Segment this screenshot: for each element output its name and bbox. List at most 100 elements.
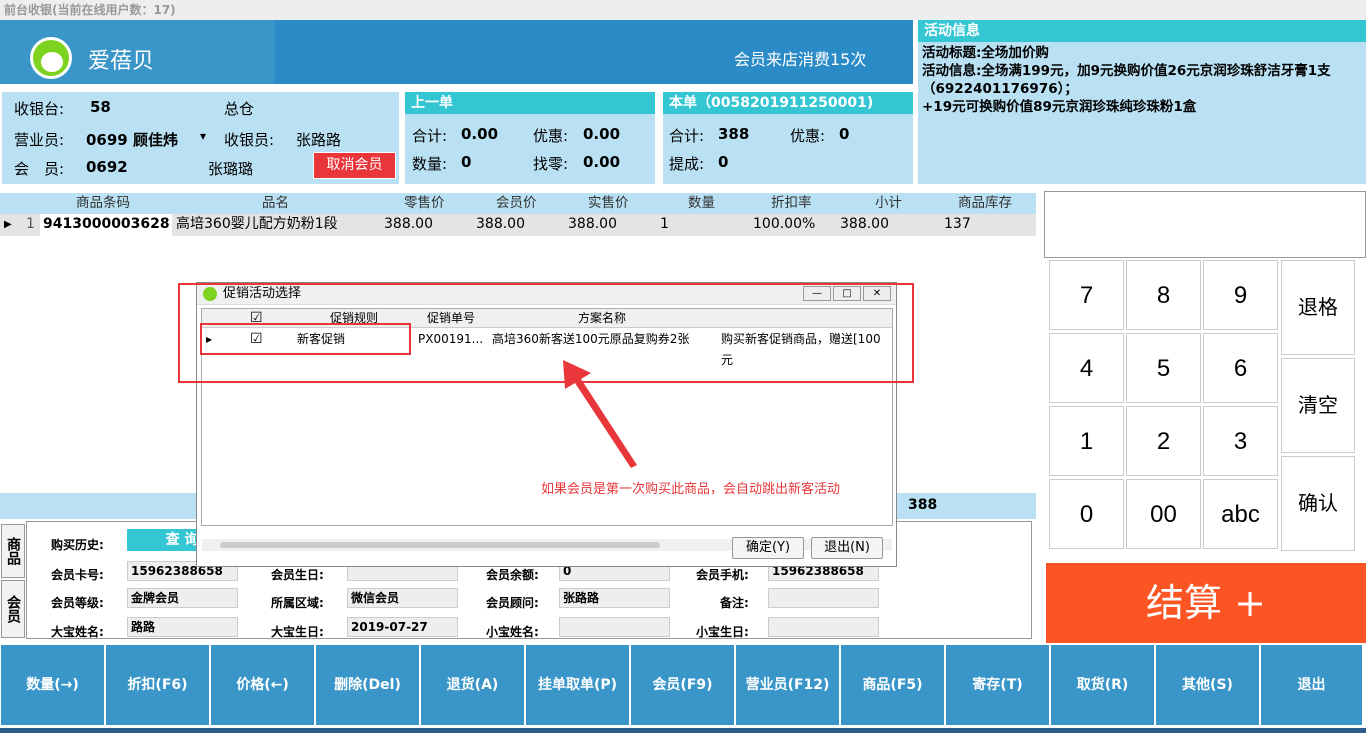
row-subtotal: 388.00 (840, 216, 889, 232)
tab-member[interactable]: 会员 (1, 580, 25, 638)
function-button-0[interactable]: 数量(→) (1, 645, 104, 725)
exit-button[interactable]: 退出(N) (811, 537, 883, 559)
function-button-10[interactable]: 取货(R) (1051, 645, 1154, 725)
col-barcode[interactable]: 商品条码 (76, 193, 130, 214)
last-change-label: 找零: (533, 155, 569, 173)
col-qty[interactable]: 数量 (688, 193, 715, 214)
row-name: 高培360婴儿配方奶粉1段 (176, 216, 338, 232)
function-button-6[interactable]: 会员(F9) (631, 645, 734, 725)
key-1[interactable]: 1 (1049, 406, 1124, 476)
scrollbar-thumb[interactable] (220, 542, 660, 548)
row-member-price: 388.00 (476, 216, 525, 232)
key-7[interactable]: 7 (1049, 260, 1124, 330)
cashier-value: 58 (90, 98, 111, 116)
tab-goods[interactable]: 商品 (1, 524, 25, 578)
level-value: 金牌会员 (127, 588, 238, 608)
baby2-name-label: 小宝姓名: (486, 625, 539, 639)
member-label: 会 员: (14, 160, 65, 178)
card-label: 会员卡号: (51, 568, 104, 582)
key-3[interactable]: 3 (1203, 406, 1278, 476)
row-retail: 388.00 (384, 216, 433, 232)
chevron-down-icon[interactable]: ▾ (200, 129, 206, 143)
key-abc[interactable]: abc (1203, 479, 1278, 549)
note-label: 备注: (720, 596, 749, 610)
key-00[interactable]: 00 (1126, 479, 1201, 549)
function-button-4[interactable]: 退货(A) (421, 645, 524, 725)
summary-total: 388 (908, 497, 938, 513)
function-button-5[interactable]: 挂单取单(P) (526, 645, 629, 725)
key-5[interactable]: 5 (1126, 333, 1201, 403)
confirm-button[interactable]: 确认 (1281, 456, 1355, 551)
col-actual-price[interactable]: 实售价 (588, 193, 629, 214)
baby2-name-value (559, 617, 670, 637)
key-0[interactable]: 0 (1049, 479, 1124, 549)
key-6[interactable]: 6 (1203, 333, 1278, 403)
col-retail[interactable]: 零售价 (404, 193, 445, 214)
balance-label: 会员余额: (486, 568, 539, 582)
current-total-label: 合计: (669, 127, 705, 145)
function-button-9[interactable]: 寄存(T) (946, 645, 1049, 725)
function-button-1[interactable]: 折扣(F6) (106, 645, 209, 725)
sales-value[interactable]: 0699 顾佳炜 (86, 129, 178, 150)
row-stock: 137 (944, 216, 971, 232)
function-button-3[interactable]: 删除(Del) (316, 645, 419, 725)
region-value: 微信会员 (347, 588, 458, 608)
col-rate[interactable]: 折扣率 (771, 193, 812, 214)
checkout-button[interactable]: 结算 + (1046, 563, 1366, 643)
last-total-label: 合计: (412, 127, 448, 145)
key-8[interactable]: 8 (1126, 260, 1201, 330)
baby1-name-value: 路路 (127, 617, 238, 637)
annotation-text: 如果会员是第一次购买此商品，会自动跳出新客活动 (541, 482, 841, 497)
function-button-8[interactable]: 商品(F5) (841, 645, 944, 725)
key-4[interactable]: 4 (1049, 333, 1124, 403)
warehouse-name: 总仓 (224, 100, 255, 118)
key-9[interactable]: 9 (1203, 260, 1278, 330)
current-total-value: 388 (718, 125, 750, 143)
commission-label: 提成: (669, 155, 705, 173)
function-button-2[interactable]: 价格(←) (211, 645, 314, 725)
advisor-value: 张路路 (559, 588, 670, 608)
arrow-icon (563, 360, 637, 468)
last-discount-value: 0.00 (583, 125, 621, 143)
row-rate: 100.00% (753, 216, 816, 232)
row-barcode: 9413000003628 (40, 214, 172, 236)
col-name[interactable]: 品名 (262, 193, 289, 214)
col-subtotal[interactable]: 小计 (875, 193, 902, 214)
baby1-bday-label: 大宝生日: (271, 625, 324, 639)
note-value (768, 588, 879, 608)
row-index: 1 (26, 216, 35, 232)
last-qty-label: 数量: (412, 155, 448, 173)
function-button-11[interactable]: 其他(S) (1156, 645, 1259, 725)
ok-button[interactable]: 确定(Y) (732, 537, 804, 559)
table-row[interactable]: ▶ 1 9413000003628 高培360婴儿配方奶粉1段 388.00 3… (0, 214, 1036, 236)
col-stock[interactable]: 商品库存 (958, 193, 1012, 214)
current-order-heading: 本单（0058201911250001) (663, 92, 913, 114)
row-pointer-icon: ▶ (4, 219, 12, 230)
brand-logo-icon (30, 37, 72, 79)
activity-info: 活动信息:全场满199元，加9元换购价值26元京润珍珠舒洁牙膏1支（692240… (922, 63, 1331, 97)
region-label: 所属区域: (271, 596, 324, 610)
row-actual-price: 388.00 (568, 216, 617, 232)
level-label: 会员等级: (51, 596, 104, 610)
row-qty: 1 (660, 216, 669, 232)
history-label: 购买历史: (51, 538, 104, 552)
function-button-12[interactable]: 退出 (1261, 645, 1362, 725)
brand-name: 爱蓓贝 (88, 49, 155, 74)
member-visit-count: 会员来店消费15次 (734, 50, 867, 69)
col-member-price[interactable]: 会员价 (496, 193, 537, 214)
baby1-bday-value: 2019-07-27 (347, 617, 458, 637)
baby2-bday-label: 小宝生日: (696, 625, 749, 639)
last-total-value: 0.00 (461, 125, 499, 143)
backspace-button[interactable]: 退格 (1281, 260, 1355, 355)
key-2[interactable]: 2 (1126, 406, 1201, 476)
cashier-person-label: 收银员: (224, 131, 275, 149)
commission-value: 0 (718, 153, 729, 171)
function-button-7[interactable]: 营业员(F12) (736, 645, 839, 725)
activity-panel: 活动信息 活动标题:全场加价购 活动信息:全场满199元，加9元换购价值26元京… (918, 20, 1366, 184)
product-grid-header: 商品条码 品名 零售价 会员价 实售价 数量 折扣率 小计 商品库存 (0, 193, 1036, 214)
taskbar (0, 728, 1366, 733)
baby1-name-label: 大宝姓名: (51, 625, 104, 639)
cancel-member-button[interactable]: 取消会员 (313, 152, 396, 179)
clear-button[interactable]: 清空 (1281, 358, 1355, 453)
baby2-bday-value (768, 617, 879, 637)
